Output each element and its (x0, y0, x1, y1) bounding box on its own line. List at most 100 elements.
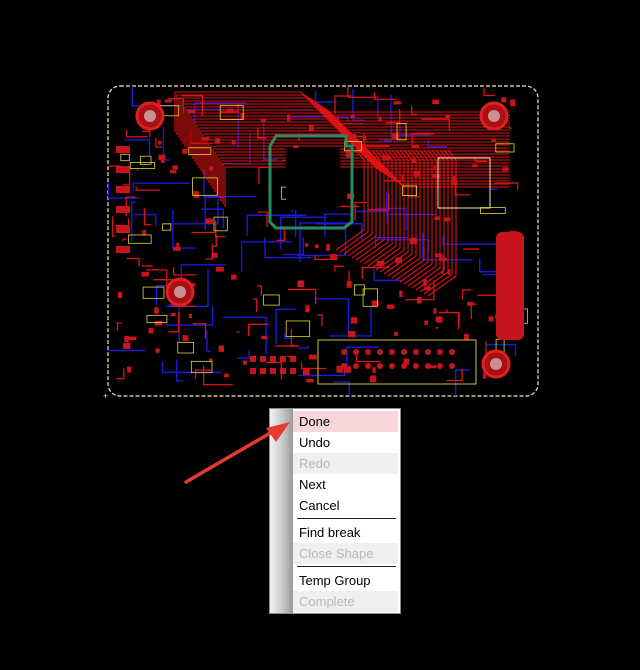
smd-pad (391, 133, 399, 139)
smd-pad (172, 246, 181, 251)
header-pad (280, 356, 286, 362)
smd-pad (124, 336, 129, 343)
header-pad (270, 368, 276, 374)
smd-pad (305, 305, 310, 313)
smd-pad (188, 110, 196, 114)
top-trace (116, 322, 122, 332)
top-trace (257, 211, 268, 228)
menu-item-cancel[interactable]: Cancel (293, 495, 398, 516)
smd-pad (369, 375, 377, 383)
smd-pad (350, 114, 355, 119)
smd-pad (376, 260, 385, 267)
header-pin (377, 363, 383, 369)
smd-pad (122, 342, 131, 349)
smd-pad (176, 242, 180, 248)
smd-pad (306, 379, 314, 383)
silk-outline (162, 223, 172, 231)
smd-pad (164, 99, 172, 103)
smd-pad (395, 257, 402, 264)
ic-footprint-main (286, 148, 340, 210)
bottom-trace (315, 223, 363, 242)
top-trace (173, 267, 197, 276)
smd-pad (314, 244, 319, 249)
edge-pad (116, 226, 130, 233)
menu-item-undo[interactable]: Undo (293, 432, 398, 453)
smd-pad (463, 333, 469, 340)
header-pin (377, 349, 383, 355)
smd-pad (242, 360, 247, 365)
smd-pad (467, 301, 474, 306)
top-trace (470, 303, 478, 320)
silk-outline (142, 286, 165, 299)
smd-pad (286, 114, 291, 122)
bottom-trace (427, 140, 448, 148)
smd-pad (160, 158, 165, 163)
top-trace (445, 309, 448, 312)
bottom-trace (204, 195, 256, 231)
top-trace (126, 257, 140, 267)
menu-item-find-break[interactable]: Find break (293, 522, 398, 543)
bottom-trace (385, 191, 437, 216)
top-trace (411, 105, 418, 115)
smd-pad (326, 244, 331, 251)
edge-pad (116, 186, 130, 193)
smd-pad (413, 170, 421, 177)
silk-outline (190, 360, 213, 374)
smd-pad (348, 331, 356, 338)
top-trace (435, 326, 439, 329)
smd-pad (502, 167, 509, 172)
smd-pad (433, 308, 437, 314)
top-trace (462, 289, 472, 300)
smd-pad (308, 125, 315, 132)
top-trace (115, 218, 130, 227)
smd-pad (302, 368, 310, 376)
header-pin (341, 363, 347, 369)
header-pad (260, 368, 266, 374)
smd-pad (352, 134, 357, 140)
bottom-trace (175, 359, 184, 382)
menu-item-temp-group[interactable]: Temp Group (293, 570, 398, 591)
top-trace (256, 285, 263, 296)
bottom-trace (246, 214, 307, 236)
top-trace (287, 288, 317, 305)
smd-pad (182, 335, 189, 342)
header-pin (389, 349, 395, 355)
header-pad (250, 356, 256, 362)
bottom-trace (223, 316, 267, 355)
header-pin (389, 363, 395, 369)
smd-pad (231, 140, 236, 145)
smd-pad (170, 313, 176, 317)
silk-outline (120, 153, 130, 162)
bottom-trace (283, 333, 291, 339)
drill-hole (488, 110, 500, 122)
smd-pad (424, 320, 429, 325)
header-pad (250, 368, 256, 374)
top-trace (143, 208, 152, 226)
drill-hole (490, 358, 502, 370)
smd-pad (447, 269, 451, 275)
silk-outline (177, 341, 194, 354)
drill-hole (174, 286, 186, 298)
header-pin (449, 363, 455, 369)
smd-pad (394, 331, 398, 337)
smd-pad (170, 169, 177, 174)
smd-pad (510, 99, 516, 107)
menu-item-next[interactable]: Next (293, 474, 398, 495)
smd-pad (409, 237, 418, 245)
smd-pad (211, 252, 218, 258)
smd-pad (240, 112, 245, 119)
edge-pad (116, 166, 130, 173)
header-pin (449, 349, 455, 355)
menu-item-done[interactable]: Done (293, 411, 398, 432)
smd-pad (155, 348, 160, 353)
header-pin (437, 349, 443, 355)
silk-outline (285, 320, 311, 338)
smd-pad (434, 253, 443, 258)
header-pin (425, 349, 431, 355)
top-trace (454, 184, 471, 196)
header-pin (413, 363, 419, 369)
header-pin (401, 363, 407, 369)
smd-pad (434, 216, 441, 221)
smd-pad (450, 179, 458, 185)
bottom-trace (237, 349, 250, 359)
